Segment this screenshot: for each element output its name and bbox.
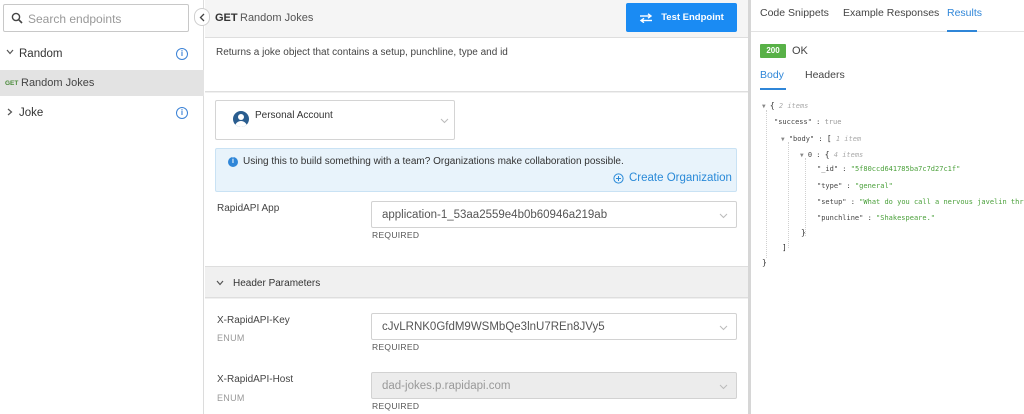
sidebar-group-joke[interactable]: Joke i — [0, 99, 204, 127]
avatar-icon — [233, 111, 249, 127]
active-tab-indicator — [947, 30, 977, 32]
rapidapi-app-label: RapidAPI App — [217, 203, 280, 214]
swap-arrows-icon — [640, 12, 653, 23]
expand-triangle-icon: ▼ — [762, 103, 766, 110]
header-parameters: X-RapidAPI-Key ENUM cJvLRNK0GfdM9WSMbQe3… — [205, 299, 748, 414]
request-form: Personal Account i Using this to build s… — [205, 93, 748, 267]
collapse-sidebar-button[interactable] — [194, 8, 210, 26]
sidebar-group-random[interactable]: Random i — [0, 40, 204, 68]
tab-code-snippets[interactable]: Code Snippets — [760, 7, 829, 19]
expand-triangle-icon: ▼ — [781, 136, 785, 143]
create-organization-label: Create Organization — [629, 172, 732, 184]
param-value: dad-jokes.p.rapidapi.com — [382, 380, 511, 392]
rapidapi-app-value: application-1_53aa2559e4b0b60946a219ab — [382, 209, 608, 221]
param-label: X-RapidAPI-Host — [217, 374, 294, 385]
endpoint-title: Random Jokes — [240, 12, 314, 24]
endpoint-header: GET Random Jokes Test Endpoint — [205, 0, 748, 38]
method-badge: GET — [5, 79, 19, 87]
chevron-right-icon — [7, 108, 13, 116]
test-endpoint-label: Test Endpoint — [661, 12, 724, 23]
chevron-down-icon — [6, 49, 14, 55]
required-label: REQUIRED — [372, 342, 420, 352]
info-icon[interactable]: i — [176, 107, 188, 119]
tab-headers[interactable]: Headers — [805, 69, 845, 81]
json-row: "punchline" : "Shakespeare." — [817, 214, 936, 222]
json-row: "success" : true — [774, 118, 842, 126]
notice-text: Using this to build something with a tea… — [243, 156, 624, 167]
sidebar-group-label: Joke — [19, 107, 44, 119]
results-tabs: Code Snippets Example Responses Results — [751, 0, 1024, 32]
status-badge: 200 — [760, 44, 786, 58]
account-name: Personal Account — [255, 110, 333, 121]
search-input[interactable] — [28, 10, 183, 27]
sidebar: Random i GET Random Jokes Joke i — [0, 0, 204, 414]
chevron-down-icon — [719, 384, 728, 390]
description-section: Returns a joke object that contains a se… — [205, 38, 748, 92]
info-icon[interactable]: i — [176, 48, 188, 60]
method-label: GET — [215, 12, 238, 24]
account-select[interactable]: Personal Account — [215, 100, 455, 140]
json-meta: 4 items — [833, 151, 864, 159]
sidebar-group-label: Random — [19, 48, 63, 60]
test-endpoint-button[interactable]: Test Endpoint — [626, 3, 737, 32]
json-close: ] — [782, 243, 787, 252]
header-parameters-toggle[interactable]: Header Parameters — [205, 268, 748, 298]
sidebar-item-random-jokes[interactable]: GET Random Jokes — [0, 70, 204, 96]
results-panel: Code Snippets Example Responses Results … — [751, 0, 1024, 414]
active-subtab-indicator — [760, 88, 786, 90]
json-row: "_id" : "5f80ccd641785ba7c7d27c1f" — [817, 165, 961, 173]
required-label: REQUIRED — [372, 230, 420, 240]
rapidapi-app-select[interactable]: application-1_53aa2559e4b0b60946a219ab — [371, 201, 737, 228]
chevron-down-icon — [440, 118, 449, 124]
plus-circle-icon — [613, 172, 624, 184]
json-row: "type" : "general" — [817, 182, 893, 190]
chevron-down-icon — [719, 213, 728, 219]
chevron-left-icon — [199, 13, 205, 21]
status-text: OK — [792, 45, 808, 57]
chevron-down-icon — [216, 280, 224, 286]
header-parameters-title: Header Parameters — [233, 278, 321, 289]
param-value: cJvLRNK0GfdM9WSMbQe3lnU7REn8JVy5 — [382, 321, 605, 333]
param-type: ENUM — [217, 393, 245, 403]
tab-body[interactable]: Body — [760, 69, 784, 81]
json-root[interactable]: ▼ { 2 items — [762, 101, 808, 110]
endpoint-description: Returns a joke object that contains a se… — [216, 47, 508, 58]
tab-results[interactable]: Results — [947, 7, 982, 19]
tab-example-responses[interactable]: Example Responses — [843, 7, 939, 19]
required-label: REQUIRED — [372, 401, 420, 411]
json-row: "setup" : "What do you call a nervous ja… — [817, 198, 1024, 206]
search-box[interactable] — [3, 4, 189, 32]
expand-triangle-icon: ▼ — [800, 152, 804, 159]
rapidapi-host-select[interactable]: dad-jokes.p.rapidapi.com — [371, 372, 737, 399]
json-item-node[interactable]: ▼ 0 : { 4 items — [800, 150, 863, 159]
chevron-down-icon — [719, 325, 728, 331]
search-icon — [11, 12, 23, 24]
create-organization-link[interactable]: Create Organization — [613, 172, 732, 184]
json-body-node[interactable]: ▼ "body" : [ 1 item — [781, 134, 861, 143]
param-label: X-RapidAPI-Key — [217, 315, 290, 326]
endpoint-panel: GET Random Jokes Test Endpoint Returns a… — [205, 0, 748, 414]
json-viewer: ▼ { 2 items "success" : true ▼ "body" : … — [751, 98, 1024, 278]
endpoint-name: Random Jokes — [21, 77, 95, 89]
json-close: } — [801, 228, 806, 237]
rapidapi-key-select[interactable]: cJvLRNK0GfdM9WSMbQe3lnU7REn8JVy5 — [371, 313, 737, 340]
organization-notice: i Using this to build something with a t… — [215, 148, 737, 192]
json-close: } — [762, 258, 767, 267]
json-meta: 2 items — [778, 102, 809, 110]
info-icon: i — [228, 157, 238, 167]
param-type: ENUM — [217, 333, 245, 343]
json-meta: 1 item — [835, 135, 862, 143]
